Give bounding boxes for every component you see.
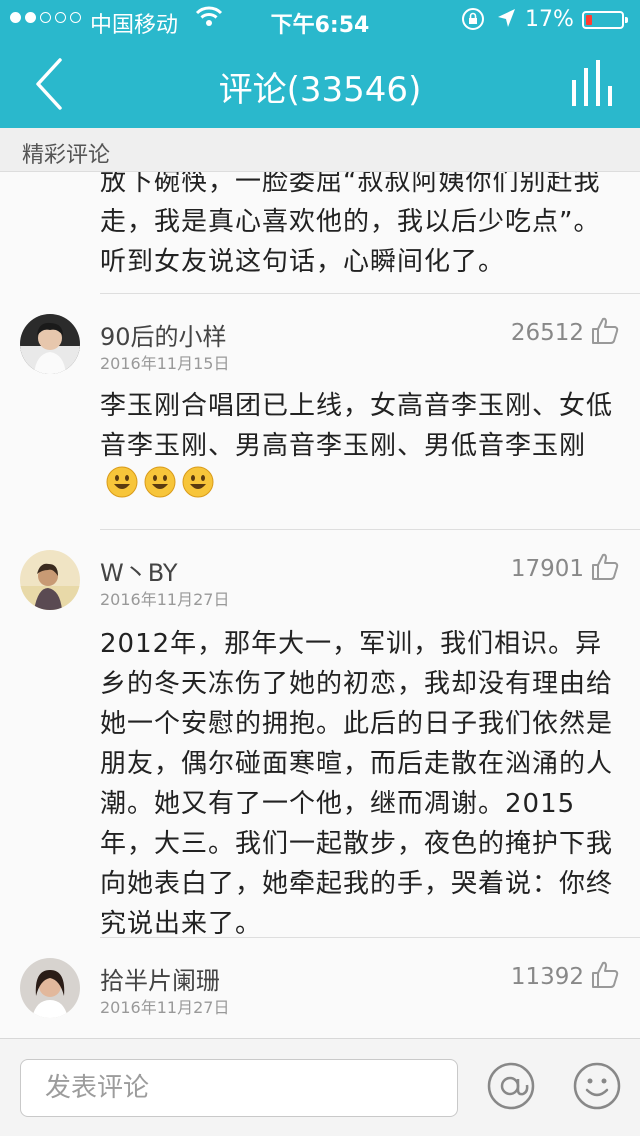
comment-author[interactable]: W丶BY xyxy=(100,553,178,588)
top-bar: 中国移动 下午6:54 17% 评论(33546) xyxy=(0,0,640,128)
comment-date: 2016年11月27日 xyxy=(100,590,230,609)
page-title: 评论(33546) xyxy=(218,70,422,110)
comment-date: 2016年11月27日 xyxy=(100,998,230,1017)
comment-date: 2016年11月15日 xyxy=(100,354,230,373)
divider xyxy=(100,937,640,938)
section-title: 精彩评论 xyxy=(22,143,111,168)
avatar-image xyxy=(20,550,80,610)
like-count: 17901 xyxy=(510,556,584,582)
avatar-image xyxy=(20,958,80,1018)
thumb-up-icon[interactable] xyxy=(590,316,620,346)
avatar[interactable] xyxy=(20,314,80,374)
location-icon xyxy=(498,9,515,27)
section-header: 精彩评论 xyxy=(0,128,640,172)
comment-list[interactable]: 放下碗筷，一脸委屈“叔叔阿姨你们别赶我走，我是真心喜欢他的，我以后少吃点”。听到… xyxy=(0,172,640,1038)
avatar[interactable] xyxy=(20,550,80,610)
battery-percentage: 17% xyxy=(525,7,574,32)
stats-icon[interactable] xyxy=(570,58,616,108)
thumb-up-icon[interactable] xyxy=(590,960,620,990)
thumb-up-icon[interactable] xyxy=(590,552,620,582)
avatar-image xyxy=(20,314,80,374)
comment-input[interactable] xyxy=(20,1059,458,1117)
battery-level xyxy=(586,15,592,25)
navigation-bar: 评论(33546) xyxy=(0,40,640,128)
avatar[interactable] xyxy=(20,958,80,1018)
comment-body: 2012年，那年大一，军训，我们相识。异乡的冬天冻伤了她的初恋，我却没有理由给她… xyxy=(100,624,620,944)
smile-emoji-icon xyxy=(182,466,214,498)
emoji-icon[interactable] xyxy=(572,1061,622,1111)
partial-comment-text: 放下碗筷，一脸委屈“叔叔阿姨你们别赶我走，我是真心喜欢他的，我以后少吃点”。听到… xyxy=(100,172,601,277)
comment-author[interactable]: 拾半片阑珊 xyxy=(100,961,220,996)
comment-body: 李玉刚合唱团已上线，女高音李玉刚、女低音李玉刚、男高音李玉刚、男低音李玉刚 xyxy=(100,386,620,498)
at-icon[interactable] xyxy=(486,1061,536,1111)
comment-text: 李玉刚合唱团已上线，女高音李玉刚、女低音李玉刚、男高音李玉刚、男低音李玉刚 xyxy=(100,391,614,461)
comment-input-bar xyxy=(0,1038,640,1136)
like-count: 26512 xyxy=(510,320,584,346)
smile-emoji-icon xyxy=(106,466,138,498)
like-count: 11392 xyxy=(510,964,584,990)
lock-rotation-icon xyxy=(462,8,484,30)
divider xyxy=(100,529,640,530)
smile-emoji-icon xyxy=(144,466,176,498)
comment-author[interactable]: 90后的小样 xyxy=(100,317,227,352)
comment-text: 2012年，那年大一，军训，我们相识。异乡的冬天冻伤了她的初恋，我却没有理由给她… xyxy=(100,629,614,939)
status-bar: 中国移动 下午6:54 17% xyxy=(0,0,640,40)
battery-icon xyxy=(582,11,628,29)
divider xyxy=(100,293,640,294)
